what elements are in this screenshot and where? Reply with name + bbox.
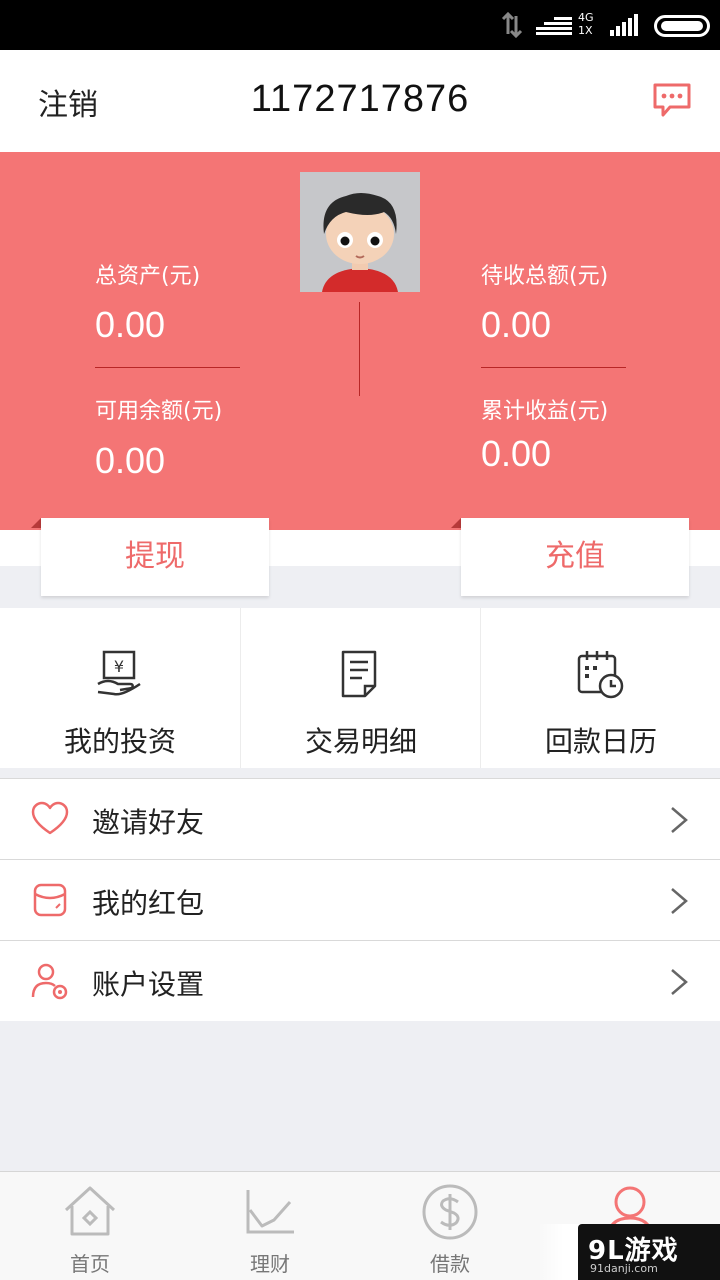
list-label-account-settings: 账户设置	[92, 968, 205, 1001]
pending-total-value: 0.00	[481, 304, 552, 345]
home-icon	[64, 1186, 116, 1236]
right-divider	[481, 367, 626, 368]
available-balance-label: 可用余额(元)	[95, 399, 223, 424]
panel-vertical-divider	[359, 302, 360, 396]
nav-label-loan: 借款	[430, 1252, 470, 1276]
available-balance-value: 0.00	[95, 440, 166, 481]
nav-item-home[interactable]: 首页	[0, 1172, 180, 1280]
total-assets-value: 0.00	[95, 304, 166, 345]
grid-item-repayment-calendar[interactable]: 回款日历	[480, 608, 720, 768]
withdraw-button-corner	[31, 518, 41, 528]
cumulative-income-label: 累计收益(元)	[481, 399, 609, 424]
repayment-calendar-icon	[577, 651, 624, 699]
heart-icon	[31, 801, 69, 835]
my-account-page: 4G 1X 注销 1172717876 总资产(元) 0.00 可用余额(元) …	[0, 0, 720, 1280]
red-packet-icon	[33, 883, 67, 917]
chevron-right-icon	[671, 807, 688, 833]
total-assets-label: 总资产(元)	[95, 264, 201, 289]
status-bar: 4G 1X	[0, 0, 720, 50]
recharge-button-corner	[451, 518, 461, 528]
grid-item-transaction-detail[interactable]: 交易明细	[240, 608, 480, 768]
nav-label-home: 首页	[70, 1252, 110, 1276]
watermark-logo: 9L游戏 91danji.com	[578, 1224, 720, 1280]
transaction-detail-icon	[341, 650, 377, 698]
account-number: 1172717876	[250, 78, 470, 120]
list-label-invite-friends: 邀请好友	[92, 806, 205, 839]
signal-strength-icon	[610, 14, 638, 36]
withdraw-button[interactable]: 提现	[41, 518, 269, 596]
svg-text:¥: ¥	[114, 657, 124, 676]
recharge-button[interactable]: 充值	[461, 518, 689, 596]
dollar-icon	[422, 1184, 478, 1240]
grid-label-transaction-detail: 交易明细	[304, 725, 417, 758]
list-item-red-packet[interactable]: 我的红包	[0, 859, 720, 940]
pending-total-label: 待收总额(元)	[481, 264, 609, 289]
user-settings-icon	[31, 963, 68, 1000]
network-type-label: 4G 1X	[578, 11, 594, 37]
settings-list: 邀请好友 我的红包 账户设置	[0, 778, 720, 1021]
investment-icon: ¥	[97, 650, 141, 696]
feature-grid: ¥ 我的投资 交易明细 回款日历	[0, 608, 720, 768]
header: 注销 1172717876	[0, 50, 720, 152]
grid-item-my-investment[interactable]: ¥ 我的投资	[0, 608, 240, 768]
left-divider	[95, 367, 240, 368]
network-signal-icon	[536, 17, 572, 35]
chart-icon	[246, 1190, 294, 1234]
watermark-subtext: 91danji.com	[590, 1262, 658, 1275]
chevron-right-icon	[671, 888, 688, 914]
nav-item-finance[interactable]: 理财	[180, 1172, 360, 1280]
grid-label-repayment-calendar: 回款日历	[544, 725, 657, 758]
avatar-image	[300, 172, 420, 292]
grid-label-my-investment: 我的投资	[63, 725, 176, 758]
data-transfer-icon	[501, 12, 523, 38]
chevron-right-icon	[671, 969, 688, 995]
nav-item-loan[interactable]: 借款	[360, 1172, 540, 1280]
watermark: 9L游戏 91danji.com	[538, 1224, 720, 1280]
nav-label-finance: 理财	[250, 1252, 290, 1276]
avatar[interactable]	[300, 172, 420, 292]
list-item-invite-friends[interactable]: 邀请好友	[0, 778, 720, 859]
list-item-account-settings[interactable]: 账户设置	[0, 940, 720, 1021]
cumulative-income-value: 0.00	[481, 433, 552, 474]
list-label-red-packet: 我的红包	[92, 887, 205, 920]
message-icon[interactable]	[652, 82, 692, 118]
battery-icon	[654, 15, 710, 37]
asset-summary-panel: 总资产(元) 0.00 可用余额(元) 0.00 待收总额(元) 0.00 累计…	[0, 152, 720, 530]
